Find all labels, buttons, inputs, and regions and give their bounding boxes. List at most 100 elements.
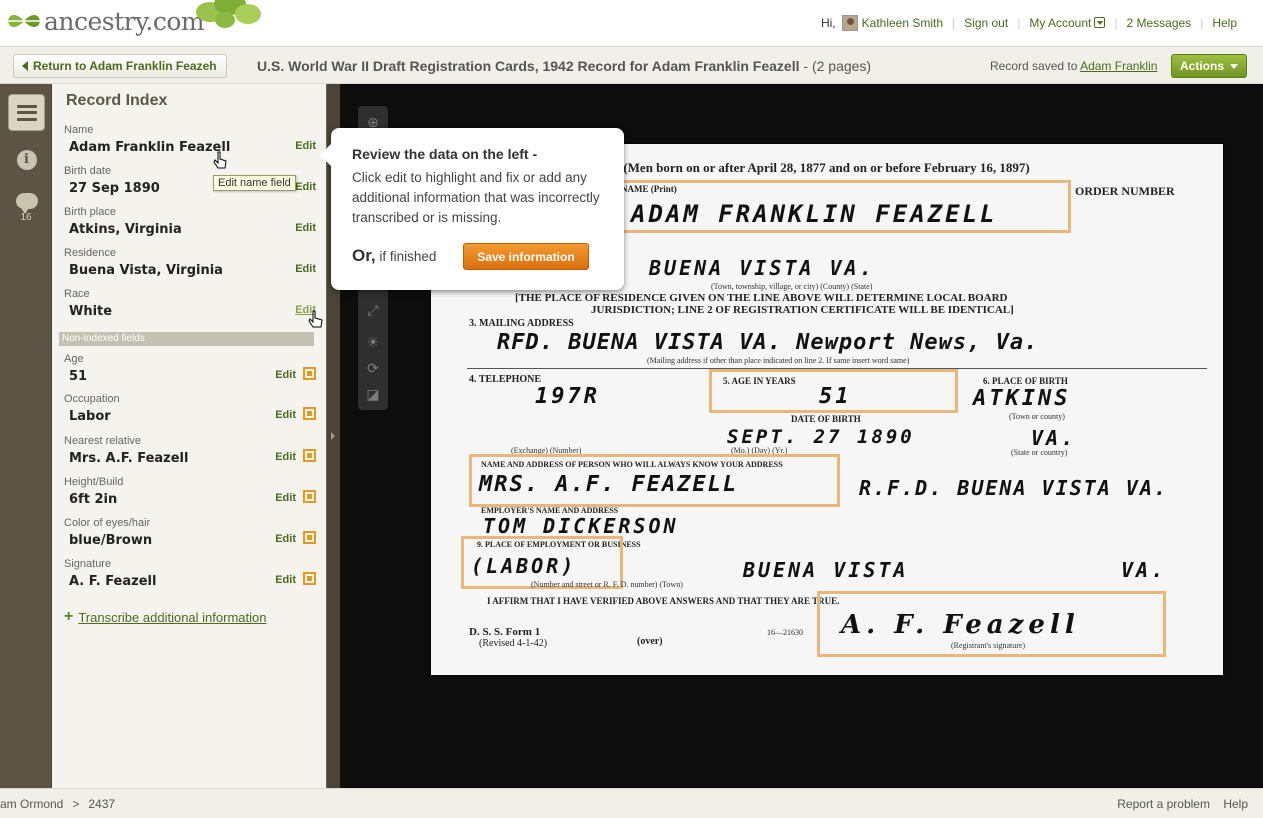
ancestry-logo[interactable]: ancestry.com — [6, 6, 205, 36]
edit-tooltip: Edit name field — [213, 175, 296, 191]
user-name-link[interactable]: Kathleen Smith — [862, 16, 943, 30]
doc-hw-employer: TOM DICKERSON — [483, 514, 679, 538]
field-label: Height/Build — [64, 476, 124, 488]
edit-birth-place-link[interactable]: Edit — [295, 222, 316, 234]
my-account-link[interactable]: My Account — [1029, 16, 1106, 30]
edit-residence-link[interactable]: Edit — [295, 263, 316, 275]
doc-birthplace-label: 6. PLACE OF BIRTH — [983, 376, 1068, 386]
brightness-icon[interactable]: ☀ — [365, 334, 381, 350]
doc-telephone-label: 4. TELEPHONE — [469, 374, 542, 385]
edit-name-link[interactable]: Edit — [295, 140, 316, 152]
fullscreen-icon[interactable]: ⤢ — [365, 302, 381, 318]
field-label: Color of eyes/hair — [64, 517, 151, 529]
review-callout: Review the data on the left - Click edit… — [320, 128, 624, 290]
highlight-age-box — [709, 369, 958, 413]
field-value: White — [69, 304, 113, 319]
edit-occupation-link[interactable]: Edit — [275, 409, 296, 421]
top-nav: Hi, Kathleen Smith | Sign out | My Accou… — [821, 15, 1237, 31]
logo-text: ancestry.com — [44, 6, 205, 36]
highlight-toggle-icon[interactable] — [303, 490, 316, 503]
saved-person-link[interactable]: Adam Franklin — [1080, 59, 1157, 73]
nav-separator: | — [1114, 16, 1118, 30]
breadcrumb-item[interactable]: 2437 — [88, 797, 115, 811]
return-button[interactable]: Return to Adam Franklin Feazeh — [13, 54, 227, 78]
doc-hw-employment-place: BUENA VISTA — [743, 558, 909, 582]
doc-dob-label: DATE OF BIRTH — [791, 414, 861, 424]
dropdown-arrow-icon — [1094, 17, 1106, 28]
doc-mailing-caption: (Mailing address if other than place ind… — [647, 356, 910, 365]
field-value: Atkins, Virginia — [69, 222, 182, 237]
footer-help-link[interactable]: Help — [1223, 797, 1248, 811]
field-age: Age 51 Edit — [64, 353, 316, 384]
highlight-relative-box — [469, 454, 840, 507]
top-header: ancestry.com Hi, Kathleen Smith | Sign o… — [0, 0, 1263, 46]
saved-prefix: Record saved to — [990, 59, 1078, 73]
doc-hw-birthplace: ATKINS — [973, 386, 1071, 411]
rotate-icon[interactable]: ⟳ — [365, 360, 381, 376]
doc-hw-phone: 197R — [535, 384, 600, 409]
field-eyes-hair: Color of eyes/hair blue/Brown Edit — [64, 517, 316, 548]
invert-icon[interactable]: ◪ — [365, 386, 381, 402]
field-label: Name — [64, 124, 94, 136]
back-arrow-icon — [22, 61, 28, 71]
leaf-logo-icon — [8, 14, 40, 28]
field-race: Race White Edit — [64, 288, 316, 319]
doc-affirm: I AFFIRM THAT I HAVE VERIFIED ABOVE ANSW… — [487, 596, 840, 606]
return-label: Return to Adam Franklin Feazeh — [33, 59, 217, 73]
callout-or: Or, if finished — [352, 246, 436, 266]
highlight-toggle-icon[interactable] — [303, 531, 316, 544]
transcribe-link[interactable]: + Transcribe additional information — [64, 608, 266, 626]
doc-form-label: D. S. S. Form 1 — [469, 626, 541, 638]
highlight-toggle-icon[interactable] — [303, 449, 316, 462]
actions-button[interactable]: Actions — [1171, 54, 1247, 78]
footer-links: Report a problem Help — [1117, 797, 1248, 811]
doc-hw-state: VA. — [1031, 426, 1077, 450]
field-name: Name Adam Franklin Feazell Edit — [64, 124, 316, 155]
edit-age-link[interactable]: Edit — [275, 369, 296, 381]
edit-eyes-hair-link[interactable]: Edit — [275, 533, 296, 545]
caret-down-icon — [1230, 63, 1238, 69]
nav-separator: | — [1200, 16, 1204, 30]
nav-separator: | — [952, 16, 956, 30]
record-toolbar: Return to Adam Franklin Feazeh U.S. Worl… — [0, 46, 1263, 84]
highlight-toggle-icon[interactable] — [303, 367, 316, 380]
messages-link[interactable]: 2 Messages — [1126, 16, 1191, 30]
edit-nearest-relative-link[interactable]: Edit — [275, 451, 296, 463]
doc-employment-caption: (Number and street or R. F. D. number) (… — [531, 580, 683, 589]
highlight-toggle-icon[interactable] — [303, 407, 316, 420]
edit-birth-date-link[interactable]: Edit — [295, 181, 316, 193]
report-problem-link[interactable]: Report a problem — [1117, 797, 1210, 811]
record-saved-status: Record saved to Adam Franklin — [990, 59, 1157, 73]
field-label: Occupation — [64, 393, 120, 405]
actions-label: Actions — [1179, 59, 1224, 73]
edit-signature-link[interactable]: Edit — [275, 574, 296, 586]
doc-state-caption: (State or country) — [1011, 448, 1068, 457]
callout-title: Review the data on the left - — [352, 146, 538, 162]
doc-order-number: ORDER NUMBER — [1075, 184, 1175, 198]
doc-town-county: (Town or county) — [1009, 412, 1065, 421]
callout-body: Click edit to highlight and fix or add a… — [352, 170, 600, 225]
field-nearest-relative: Nearest relative Mrs. A.F. Feazell Edit — [64, 435, 316, 466]
field-residence: Residence Buena Vista, Virginia Edit — [64, 247, 316, 278]
info-icon: i — [16, 149, 37, 170]
list-icon — [16, 104, 37, 121]
record-index-button[interactable] — [8, 94, 45, 131]
doc-hw-relative-addr: R.F.D. BUENA VISTA VA. — [859, 476, 1168, 500]
highlight-toggle-icon[interactable] — [303, 572, 316, 585]
info-button[interactable]: i — [8, 141, 45, 178]
help-link[interactable]: Help — [1212, 16, 1237, 30]
cursor-pointer-icon — [308, 310, 323, 328]
sign-out-link[interactable]: Sign out — [964, 16, 1008, 30]
footer-bar: am Ormond >2437 Report a problem Help — [0, 788, 1263, 818]
field-birth-place: Birth place Atkins, Virginia Edit — [64, 206, 316, 237]
breadcrumb-item[interactable]: am Ormond — [0, 797, 63, 811]
field-label: Signature — [64, 558, 112, 570]
plus-icon: + — [64, 608, 74, 625]
side-rail: i 16 — [0, 84, 52, 788]
doc-residence-note2: JURISDICTION; LINE 2 OF REGISTRATION CER… — [591, 304, 1014, 316]
doc-mailing-label: 3. MAILING ADDRESS — [469, 318, 574, 329]
doc-hw-dob: SEPT. 27 1890 — [727, 426, 915, 448]
doc-hw-mailing: RFD. BUENA VISTA VA. Newport News, Va. — [497, 330, 1039, 355]
edit-height-build-link[interactable]: Edit — [275, 492, 296, 504]
save-information-button[interactable]: Save information — [463, 243, 589, 270]
